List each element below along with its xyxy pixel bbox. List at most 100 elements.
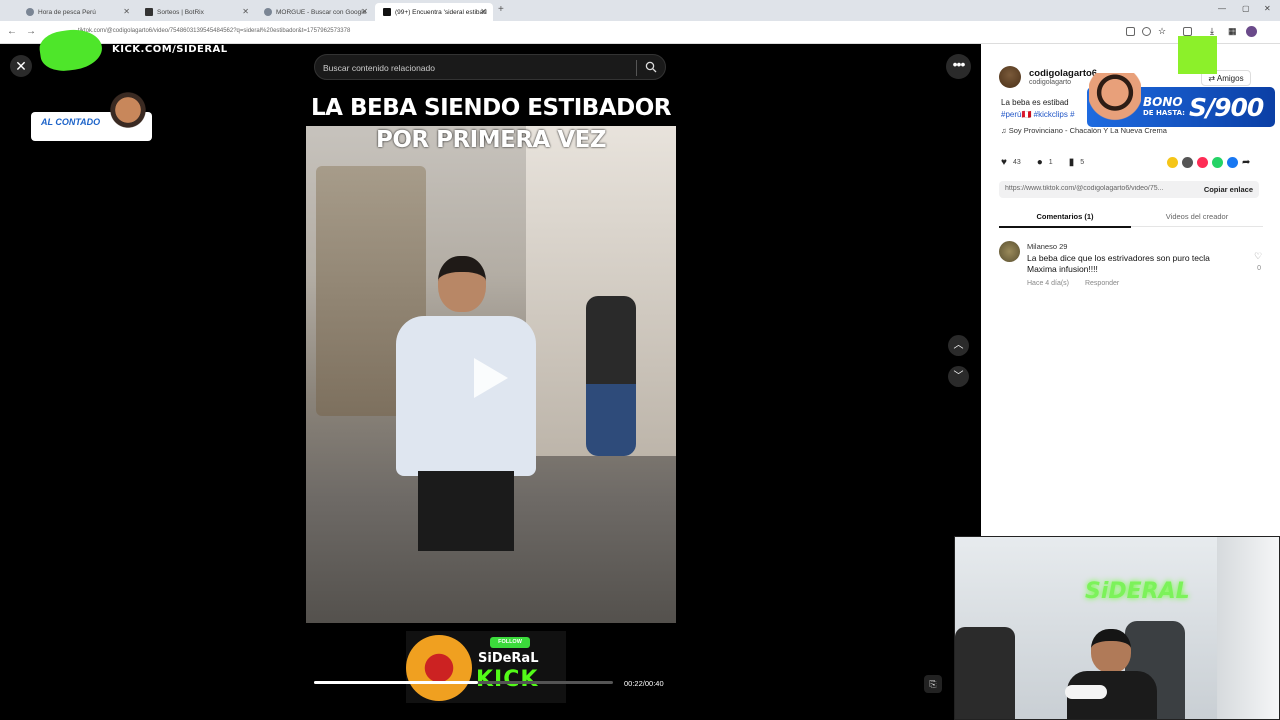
bono-sublabel: DE HASTA: — [1143, 109, 1185, 117]
zoom-icon[interactable] — [1142, 27, 1151, 36]
address-bar: ← → tiktok.com/@codigolagarto6/video/754… — [0, 21, 1280, 44]
share-buttons: ➦ — [1167, 157, 1253, 168]
video-hashtags[interactable]: #perú🇵🇪 #kickclips # — [1001, 110, 1075, 119]
tab-label: Hora de pesca Perú — [38, 8, 96, 16]
video-progress-bar[interactable] — [314, 681, 613, 684]
panel-tabs: Comentarios (1) Videos del creador — [999, 207, 1263, 228]
tab-close-icon[interactable]: ✕ — [123, 7, 130, 16]
tab-close-icon[interactable]: ✕ — [242, 7, 249, 16]
video-bystander — [586, 296, 636, 456]
tab-label: MORGUE - Buscar con Google — [276, 8, 367, 16]
comment-icon: ● — [1036, 157, 1043, 168]
install-icon[interactable] — [1126, 27, 1135, 36]
kick-url-label: KICK.COM/SIDERAL — [112, 44, 228, 55]
share-arrow-icon[interactable]: ➦ — [1242, 157, 1253, 168]
tab-creator-videos[interactable]: Videos del creador — [1131, 212, 1263, 221]
repost-icon[interactable] — [1167, 157, 1178, 168]
tab-favicon-icon — [264, 8, 272, 16]
comment-text: La beba dice que los estrivadores son pu… — [1027, 253, 1210, 274]
back-icon[interactable]: ← — [7, 26, 17, 37]
comment-time: Hace 4 día(s) — [1027, 280, 1070, 287]
related-search-bar — [314, 54, 666, 80]
video-player[interactable] — [306, 126, 676, 623]
video-link-url[interactable]: https://www.tiktok.com/@codigolagarto6/v… — [1005, 185, 1200, 192]
extensions-icon[interactable] — [1183, 27, 1192, 36]
reading-list-icon[interactable]: ▦ — [1228, 27, 1237, 36]
cam-chair — [955, 627, 1015, 719]
like-stat[interactable]: ♥ 43 — [1001, 157, 1021, 168]
browser-tab[interactable]: MORGUE - Buscar con Google ✕ — [256, 3, 374, 21]
bono-label: BONO — [1143, 95, 1183, 109]
video-link-box: https://www.tiktok.com/@codigolagarto6/v… — [999, 181, 1259, 198]
comment-stat[interactable]: ● 1 — [1037, 157, 1053, 168]
webcam-overlay: SiDERAL — [954, 536, 1280, 720]
streamer-name: SiDeRaL — [478, 651, 539, 666]
browser-tab[interactable]: Sorteos | BotRix ✕ — [137, 3, 255, 21]
tab-comments[interactable]: Comentarios (1) — [999, 212, 1131, 228]
copy-link-button[interactable]: Copiar enlace — [1204, 185, 1253, 194]
al-contado-badge: AL CONTADO — [31, 90, 152, 141]
video-progress-fill — [314, 681, 479, 684]
al-contado-label: AL CONTADO — [41, 117, 101, 127]
more-options-button[interactable]: ••• — [946, 54, 971, 79]
tiktok-favicon-icon — [383, 8, 391, 16]
like-count: 43 — [1012, 159, 1021, 166]
bono-promo-banner: BONO DE HASTA: S/900 — [1086, 73, 1276, 129]
video-person — [396, 256, 536, 623]
tab-label: (99+) Encuentra 'sideral estibad — [395, 8, 487, 16]
send-icon[interactable] — [1197, 157, 1208, 168]
promo-mascot-icon — [1089, 73, 1141, 129]
close-video-button[interactable]: ✕ — [10, 55, 32, 77]
sideral-logo-icon — [406, 635, 472, 701]
download-icon[interactable]: ⤓ — [1210, 27, 1219, 36]
video-person-head — [438, 256, 486, 312]
volume-icon[interactable]: ⎘ — [924, 675, 942, 693]
browser-tab-active[interactable]: (99+) Encuentra 'sideral estibad ✕ — [375, 3, 493, 21]
comment-item: Milaneso 29 La beba dice que los estriva… — [999, 241, 1263, 291]
search-input[interactable] — [323, 59, 633, 77]
tab-close-icon[interactable]: ✕ — [480, 7, 487, 16]
creator-avatar[interactable] — [999, 66, 1021, 88]
cam-curtain — [1217, 537, 1279, 719]
video-person-shirt — [396, 316, 536, 476]
new-tab-icon[interactable]: + — [498, 4, 504, 15]
facebook-icon[interactable] — [1227, 157, 1238, 168]
next-video-button[interactable]: ﹀ — [948, 366, 969, 387]
comment-heart-icon[interactable]: ♡ — [1253, 251, 1263, 262]
video-time: 00:22/00:40 — [624, 679, 664, 688]
comment-like-count: 0 — [1257, 265, 1261, 272]
microphone-icon — [1065, 685, 1107, 699]
commenter-avatar[interactable] — [999, 241, 1020, 262]
previous-video-button[interactable]: ︿ — [948, 335, 969, 356]
minimize-icon[interactable]: — — [1218, 4, 1226, 13]
cartoon-face-icon — [108, 90, 148, 140]
tab-label: Sorteos | BotRix — [157, 8, 204, 16]
bono-amount: S/900 — [1189, 93, 1264, 122]
reply-button[interactable]: Responder — [1085, 280, 1119, 287]
search-icon[interactable] — [645, 61, 657, 73]
neon-sign: SiDERAL — [1085, 579, 1190, 604]
bookmark-star-icon[interactable]: ☆ — [1158, 27, 1167, 36]
creator-username[interactable]: codigolagarto6 — [1029, 68, 1097, 79]
profile-avatar[interactable] — [1246, 26, 1257, 37]
save-count: 5 — [1080, 159, 1085, 166]
whatsapp-icon[interactable] — [1212, 157, 1223, 168]
commenter-name[interactable]: Milaneso 29 — [1027, 242, 1067, 251]
play-icon[interactable] — [474, 358, 508, 398]
forward-icon[interactable]: → — [26, 26, 36, 37]
heart-icon: ♥ — [1001, 157, 1007, 168]
search-divider — [636, 60, 637, 76]
creator-handle: codigolagarto — [1029, 79, 1072, 86]
maximize-icon[interactable]: ▢ — [1242, 4, 1250, 13]
browser-tab[interactable]: Hora de pesca Perú ✕ — [18, 3, 136, 21]
window-close-icon[interactable]: ✕ — [1264, 4, 1271, 13]
comment-count: 1 — [1048, 159, 1053, 166]
video-caption-title: LA BEBA SIENDO ESTIBADOR POR PRIMERA VEZ — [311, 95, 672, 153]
tab-close-icon[interactable]: ✕ — [361, 7, 368, 16]
tab-favicon-icon — [26, 8, 34, 16]
embed-icon[interactable] — [1182, 157, 1193, 168]
bookmark-icon: ▮ — [1068, 157, 1075, 168]
url-text[interactable]: tiktok.com/@codigolagarto6/video/7548603… — [78, 28, 350, 34]
save-stat[interactable]: ▮ 5 — [1069, 157, 1084, 168]
video-person-shorts — [418, 471, 514, 551]
